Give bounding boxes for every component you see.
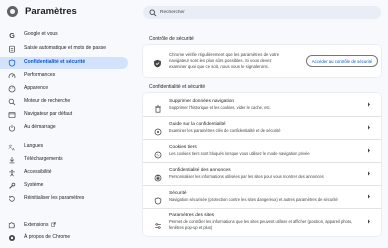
row-subtitle: Supprimer l'historique et les cookies, v… xyxy=(169,105,271,110)
search-input[interactable] xyxy=(160,10,360,15)
shield-icon xyxy=(8,59,16,67)
sidebar-item-label: Apparence xyxy=(24,85,49,92)
chevron-right-icon xyxy=(368,102,370,107)
safety-check-description: Chrome vérifie régulièrement que les par… xyxy=(169,52,280,69)
external-link-icon xyxy=(51,222,57,227)
sidebar-item-label: Langues xyxy=(24,143,44,150)
sidebar-item-startup[interactable]: Au démarrage xyxy=(0,122,128,134)
sidebar-item-label: Extensions xyxy=(24,221,57,229)
sidebar-item-label: Accessibilité xyxy=(24,169,52,176)
search-box[interactable] xyxy=(143,6,381,19)
safety-check-button[interactable]: Accéder au contrôle de sécurité xyxy=(306,55,378,67)
privacy-row-ad-privacy[interactable]: Confidentialité des annonces Personnalis… xyxy=(143,162,381,185)
power-icon xyxy=(8,124,16,132)
privacy-row-security[interactable]: Sécurité Navigation sécurisée (protectio… xyxy=(143,185,381,208)
speedometer-icon xyxy=(8,72,16,80)
cookie-icon xyxy=(154,146,162,159)
row-title: Guide sur la confidentialité xyxy=(169,122,226,127)
sidebar-item-label: Google et vous xyxy=(24,31,58,38)
sidebar-item-performance[interactable]: Performances xyxy=(0,70,128,82)
sidebar-item-label: Navigateur par défaut xyxy=(24,111,73,118)
clipboard-icon xyxy=(8,45,16,53)
download-icon xyxy=(8,156,16,164)
svg-text:G: G xyxy=(9,31,15,39)
privacy-row-clear-data[interactable]: Supprimer données navigation Supprimer l… xyxy=(143,93,381,116)
row-title: Paramètres des sites xyxy=(169,213,215,218)
security-shield-icon xyxy=(154,192,162,205)
chrome-icon xyxy=(8,234,16,242)
safety-check-heading: Contrôle de sécurité xyxy=(149,36,194,42)
privacy-heading: Confidentialité et sécurité xyxy=(149,84,206,90)
privacy-card: Supprimer données navigation Supprimer l… xyxy=(143,93,381,236)
row-divider xyxy=(143,139,381,140)
sidebar-item-label: Système xyxy=(24,182,44,189)
page-title: Paramètres xyxy=(25,6,77,17)
extensions-label: Extensions xyxy=(24,221,49,228)
row-subtitle: Personnaliser les informations utilisées… xyxy=(169,174,324,179)
row-title: Sécurité xyxy=(169,191,187,196)
chevron-right-icon xyxy=(368,148,370,153)
accessibility-icon xyxy=(8,169,16,177)
settings-logo-icon xyxy=(7,6,18,17)
row-divider xyxy=(143,116,381,117)
sidebar-item-search-engine[interactable]: Moteur de recherche xyxy=(0,96,128,108)
sidebar-item-reset[interactable]: Réinitialiser les paramètres xyxy=(0,193,128,205)
sidebar-item-autofill[interactable]: Saisie automatique et mots de passe xyxy=(0,42,128,56)
sidebar-item-privacy[interactable]: Confidentialité et sécurité xyxy=(0,57,128,69)
privacy-row-third-party-cookies[interactable]: Cookies tiers Les cookies tiers sont blo… xyxy=(143,139,381,162)
browser-icon xyxy=(8,111,16,119)
top-bar: Paramètres xyxy=(0,0,388,25)
sidebar-item-label: Moteur de recherche xyxy=(24,98,71,105)
sidebar-item-label: Performances xyxy=(24,72,56,79)
sidebar-item-google[interactable]: G Google et vous xyxy=(0,29,128,41)
row-divider xyxy=(143,162,381,163)
svg-text:A: A xyxy=(12,147,15,151)
chevron-right-icon xyxy=(368,194,370,199)
sidebar-item-extensions[interactable]: Extensions xyxy=(0,219,128,231)
privacy-row-site-settings[interactable]: Paramètres des sites Permet de contrôler… xyxy=(143,208,381,236)
reset-icon xyxy=(8,195,16,203)
sidebar-item-label: Réinitialiser les paramètres xyxy=(24,195,85,202)
trash-icon xyxy=(154,100,162,113)
privacy-row-guide[interactable]: Guide sur la confidentialité Examiner le… xyxy=(143,116,381,139)
chevron-right-icon xyxy=(368,219,370,224)
puzzle-icon xyxy=(8,221,16,229)
compass-icon xyxy=(154,123,162,136)
row-subtitle: Examiner les paramètres clés de confiden… xyxy=(169,128,281,133)
palette-icon xyxy=(8,85,16,93)
row-subtitle: Les cookies tiers sont bloqués lorsque v… xyxy=(169,151,310,156)
sidebar-item-default-browser[interactable]: Navigateur par défaut xyxy=(0,109,128,121)
chevron-right-icon xyxy=(368,125,370,130)
row-subtitle: Permet de contrôler les informations que… xyxy=(169,219,353,230)
sidebar-item-label: Confidentialité et sécurité xyxy=(24,59,86,66)
sliders-icon xyxy=(154,217,162,229)
sidebar-item-label: Au démarrage xyxy=(24,124,56,131)
search-icon xyxy=(8,98,16,106)
row-title: Confidentialité des annonces xyxy=(169,168,231,173)
chevron-right-icon xyxy=(368,171,370,176)
row-subtitle: Navigation sécurisée (protection contre … xyxy=(169,197,338,202)
ads-privacy-icon xyxy=(154,169,162,182)
row-divider xyxy=(143,185,381,186)
row-title: Cookies tiers xyxy=(169,145,197,150)
google-icon: G xyxy=(8,31,16,39)
search-icon xyxy=(149,9,157,16)
row-divider xyxy=(143,208,381,209)
row-title: Supprimer données navigation xyxy=(169,99,235,104)
safety-shield-icon xyxy=(154,59,161,68)
sidebar-item-label: À propos de Chrome xyxy=(24,234,71,241)
safety-check-card: Chrome vérifie régulièrement que les par… xyxy=(143,45,381,77)
sidebar-item-downloads[interactable]: Téléchargements xyxy=(0,154,128,166)
sidebar-item-appearance[interactable]: Apparence xyxy=(0,83,128,95)
sidebar-item-accessibility[interactable]: Accessibilité xyxy=(0,167,128,179)
translate-icon: 文A xyxy=(8,143,16,151)
sidebar-item-about[interactable]: À propos de Chrome xyxy=(0,232,128,244)
sidebar-item-languages[interactable]: 文A Langues xyxy=(0,141,128,153)
wrench-icon xyxy=(8,182,16,190)
sidebar-item-system[interactable]: Système xyxy=(0,180,128,192)
sidebar-item-label: Saisie automatique et mots de passe xyxy=(24,45,106,52)
sidebar-item-label: Téléchargements xyxy=(24,156,63,163)
